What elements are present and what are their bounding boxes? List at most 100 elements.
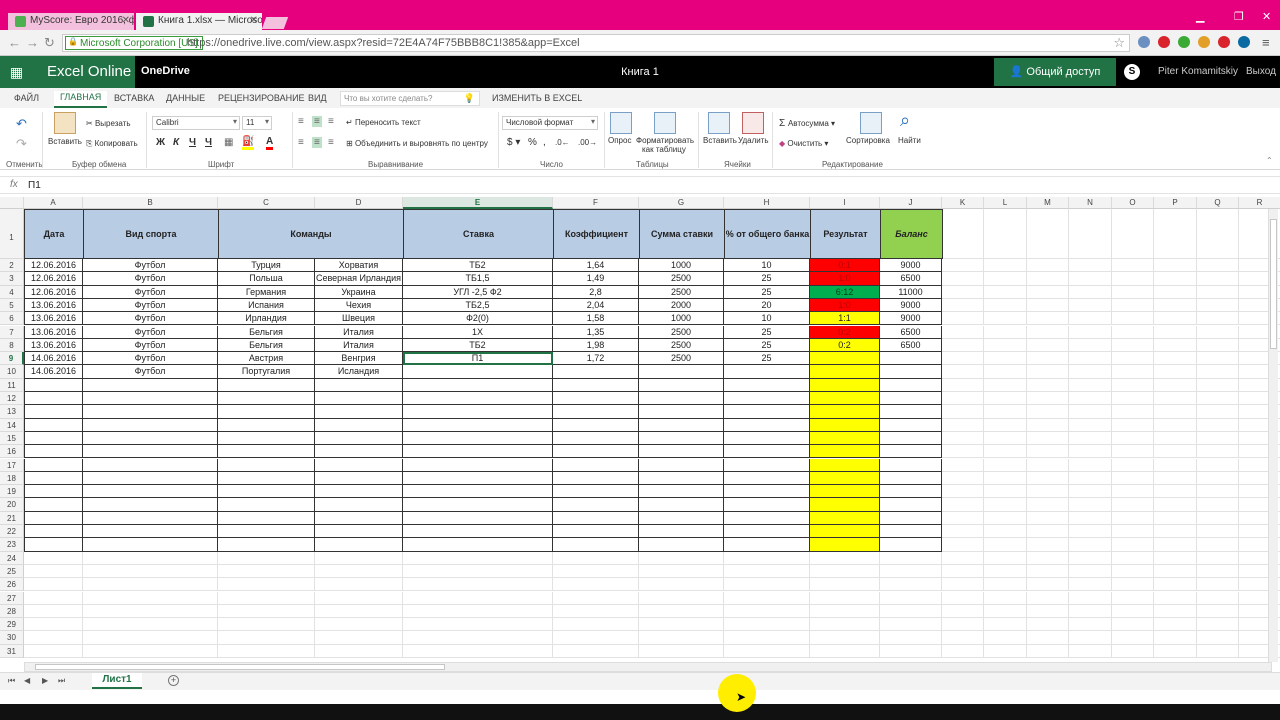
data-cell[interactable] — [315, 405, 403, 419]
format-as-table-button[interactable]: Форматировать — [636, 136, 694, 145]
align-left-icon[interactable]: ≡ — [298, 137, 304, 148]
tab-home[interactable]: ГЛАВНАЯ — [54, 91, 108, 108]
cell[interactable] — [1027, 591, 1069, 605]
cell[interactable] — [1154, 365, 1197, 379]
cell[interactable] — [1112, 511, 1154, 525]
result-cell[interactable] — [810, 445, 880, 459]
cell[interactable] — [1112, 498, 1154, 512]
data-cell[interactable]: Италия — [315, 325, 403, 339]
result-cell[interactable] — [810, 498, 880, 512]
cell[interactable] — [1069, 498, 1112, 512]
tab-insert[interactable]: ВСТАВКА — [114, 93, 154, 103]
data-cell[interactable] — [403, 485, 553, 499]
cell[interactable] — [1112, 538, 1154, 552]
cell[interactable] — [1027, 564, 1069, 579]
cell[interactable] — [942, 298, 984, 313]
cell[interactable] — [942, 644, 984, 658]
row-header[interactable]: 13 — [0, 405, 24, 419]
data-cell[interactable]: Ирландия — [218, 312, 315, 326]
cell[interactable] — [1069, 591, 1112, 605]
cell[interactable] — [1154, 285, 1197, 299]
cell[interactable] — [403, 564, 553, 579]
data-cell[interactable] — [218, 405, 315, 419]
cell[interactable] — [810, 551, 880, 565]
cell[interactable] — [984, 564, 1027, 579]
cell[interactable] — [83, 591, 218, 605]
cell[interactable] — [1112, 365, 1154, 379]
cell[interactable] — [1112, 564, 1154, 579]
delete-cells-icon[interactable] — [742, 112, 764, 134]
data-cell[interactable]: Хорватия — [315, 259, 403, 273]
formula-input[interactable]: П1 — [28, 180, 41, 191]
data-cell[interactable]: 2000 — [639, 298, 724, 313]
data-cell[interactable]: Австрия — [218, 352, 315, 366]
data-cell[interactable] — [880, 485, 942, 499]
cell[interactable] — [942, 325, 984, 339]
data-cell[interactable] — [553, 525, 639, 539]
data-cell[interactable] — [724, 431, 810, 446]
maximize-icon[interactable]: ❐ — [1234, 10, 1244, 23]
result-cell[interactable]: 0:2 — [810, 325, 880, 339]
cell[interactable] — [403, 618, 553, 632]
data-cell[interactable] — [403, 445, 553, 459]
row-header[interactable]: 20 — [0, 498, 24, 512]
data-cell[interactable]: УГЛ -2,5 Ф2 — [403, 285, 553, 299]
cell[interactable] — [1154, 511, 1197, 525]
data-cell[interactable] — [403, 392, 553, 406]
cell[interactable] — [24, 578, 83, 592]
data-cell[interactable] — [315, 392, 403, 406]
onedrive-link[interactable]: OneDrive — [141, 65, 190, 77]
cell[interactable] — [1069, 365, 1112, 379]
select-all-corner[interactable] — [0, 197, 24, 209]
cell[interactable] — [1027, 325, 1069, 339]
result-cell[interactable] — [810, 392, 880, 406]
result-cell[interactable] — [810, 378, 880, 392]
cell[interactable] — [315, 604, 403, 619]
cell[interactable] — [1112, 525, 1154, 539]
cell[interactable] — [1069, 431, 1112, 446]
data-cell[interactable] — [724, 392, 810, 406]
cell[interactable] — [1069, 392, 1112, 406]
data-cell[interactable]: Польша — [218, 272, 315, 286]
data-cell[interactable] — [553, 378, 639, 392]
cell[interactable] — [984, 644, 1027, 658]
cell[interactable] — [1154, 445, 1197, 459]
sheet-tab[interactable]: Лист1 — [92, 673, 142, 689]
data-cell[interactable]: 1000 — [639, 259, 724, 273]
cell[interactable] — [984, 458, 1027, 472]
cell[interactable] — [1112, 378, 1154, 392]
data-cell[interactable] — [724, 405, 810, 419]
data-cell[interactable] — [83, 511, 218, 525]
cell[interactable] — [984, 591, 1027, 605]
cell[interactable] — [942, 445, 984, 459]
cell[interactable] — [942, 604, 984, 619]
cell[interactable] — [1112, 209, 1154, 259]
result-cell[interactable]: 1:0 — [810, 272, 880, 286]
row-header[interactable]: 21 — [0, 511, 24, 525]
data-cell[interactable]: 1,49 — [553, 272, 639, 286]
cell[interactable] — [942, 272, 984, 286]
cell[interactable] — [1197, 618, 1239, 632]
cell[interactable] — [1197, 378, 1239, 392]
cell[interactable] — [1154, 259, 1197, 273]
cell[interactable] — [1069, 418, 1112, 432]
cell[interactable] — [1112, 285, 1154, 299]
cell[interactable] — [1112, 312, 1154, 326]
data-cell[interactable] — [639, 445, 724, 459]
cell[interactable] — [403, 604, 553, 619]
cell[interactable] — [639, 618, 724, 632]
data-cell[interactable] — [24, 471, 83, 486]
data-cell[interactable] — [724, 418, 810, 432]
currency-button[interactable]: $ ▾ — [507, 137, 520, 148]
cell[interactable] — [1154, 538, 1197, 552]
column-header-p[interactable]: P — [1154, 197, 1197, 209]
cell[interactable] — [984, 618, 1027, 632]
data-cell[interactable]: 10 — [724, 312, 810, 326]
cell[interactable] — [984, 498, 1027, 512]
data-cell[interactable] — [880, 405, 942, 419]
cell[interactable] — [942, 285, 984, 299]
reload-icon[interactable]: ↻ — [44, 35, 55, 51]
align-center-icon[interactable]: ≡ — [312, 137, 322, 148]
cell[interactable] — [880, 618, 942, 632]
sign-out-link[interactable]: Выход — [1246, 66, 1276, 77]
